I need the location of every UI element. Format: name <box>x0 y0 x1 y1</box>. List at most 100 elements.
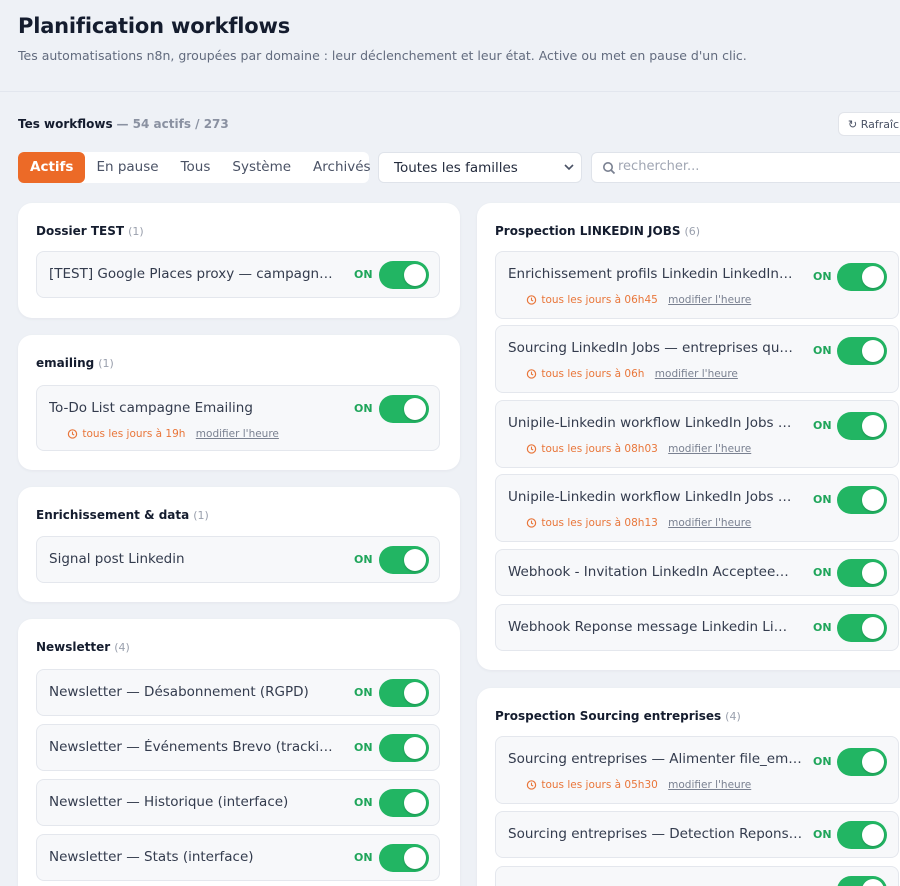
active-toggle[interactable] <box>837 263 887 291</box>
workflow-name: Newsletter — Historique (interface) <box>49 794 289 810</box>
active-toggle[interactable] <box>379 679 429 707</box>
workflow-name: Webhook - Invitation LinkedIn Acceptee L… <box>508 564 793 580</box>
schedule-time: tous les jours à 06h45 <box>541 294 658 306</box>
workflow-row[interactable]: Webhook - Invitation LinkedIn Acceptee L… <box>495 549 899 596</box>
schedule-line: tous les jours à 05h30 modifier l'heure <box>526 779 751 791</box>
active-toggle[interactable] <box>837 412 887 440</box>
active-toggle[interactable] <box>379 734 429 762</box>
workflow-name: Sourcing LinkedIn Jobs — entreprises qui… <box>508 340 793 356</box>
workflow-row[interactable]: [TEST] Google Places proxy — campagne e.… <box>36 251 440 298</box>
workflow-name: Sourcing entreprises — Alimenter file_em… <box>508 751 803 767</box>
workflow-name: Newsletter — Désabonnement (RGPD) <box>49 684 309 700</box>
refresh-button[interactable]: ↻ Rafraîchir <box>838 112 900 136</box>
workflow-row[interactable] <box>495 866 899 886</box>
workflow-name: Newsletter — Événements Brevo (tracking) <box>49 739 339 755</box>
group-card-sourcing-entreprises: Prospection Sourcing entreprises (4) Sour… <box>477 688 900 886</box>
search-input[interactable] <box>618 159 878 174</box>
active-toggle[interactable] <box>379 546 429 574</box>
status-label: ON <box>354 851 373 864</box>
workflow-name: Sourcing entreprises — Detection Reponse… <box>508 826 803 842</box>
schedule-time: tous les jours à 06h <box>541 368 645 380</box>
status-label: ON <box>813 344 832 357</box>
group-title: Enrichissement & data (1) <box>36 508 209 522</box>
active-toggle[interactable] <box>379 395 429 423</box>
active-toggle[interactable] <box>837 748 887 776</box>
status-label: ON <box>354 796 373 809</box>
active-toggle[interactable] <box>837 876 887 886</box>
workflow-row[interactable]: Sourcing entreprises — Detection Reponse… <box>495 811 899 858</box>
workflow-row[interactable]: Newsletter — Historique (interface) ON <box>36 779 440 826</box>
workflow-row[interactable]: Sourcing LinkedIn Jobs — entreprises qui… <box>495 325 899 393</box>
workflow-name: Unipile-Linkedin workflow LinkedIn Jobs … <box>508 415 793 431</box>
active-toggle[interactable] <box>379 261 429 289</box>
schedule-line: tous les jours à 06h45 modifier l'heure <box>526 294 751 306</box>
group-card-dossier-test: Dossier TEST (1) [TEST] Google Places pro… <box>18 203 460 318</box>
status-label: ON <box>813 270 832 283</box>
group-title: emailing (1) <box>36 356 114 370</box>
active-toggle[interactable] <box>837 559 887 587</box>
status-label: ON <box>813 755 832 768</box>
workflow-row[interactable]: Unipile-Linkedin workflow LinkedIn Jobs … <box>495 474 899 542</box>
workflow-name: Enrichissement profils Linkedin LinkedIn… <box>508 266 793 282</box>
edit-time-link[interactable]: modifier l'heure <box>668 517 751 529</box>
group-card-enrichissement: Enrichissement & data (1) Signal post Lin… <box>18 487 460 602</box>
schedule-line: tous les jours à 06h modifier l'heure <box>526 368 738 380</box>
edit-time-link[interactable]: modifier l'heure <box>196 428 279 440</box>
page-subtitle: Tes automatisations n8n, groupées par do… <box>18 48 747 63</box>
schedule-line: tous les jours à 08h03 modifier l'heure <box>526 443 751 455</box>
clock-icon <box>526 369 537 379</box>
workflow-name: To-Do List campagne Emailing <box>49 400 253 416</box>
active-toggle[interactable] <box>379 789 429 817</box>
schedule-time: tous les jours à 08h03 <box>541 443 658 455</box>
group-title: Newsletter (4) <box>36 640 130 654</box>
workflow-row[interactable]: Unipile-Linkedin workflow LinkedIn Jobs … <box>495 400 899 468</box>
edit-time-link[interactable]: modifier l'heure <box>655 368 738 380</box>
active-toggle[interactable] <box>379 844 429 872</box>
workflow-row[interactable]: Webhook Reponse message Linkedin Link...… <box>495 604 899 651</box>
workflow-row[interactable]: Enrichissement profils Linkedin LinkedIn… <box>495 251 899 319</box>
workflow-row[interactable]: To-Do List campagne Emailing ON tous les… <box>36 385 440 451</box>
workflow-row[interactable]: Sourcing entreprises — Alimenter file_em… <box>495 736 899 804</box>
workflows-count: — 54 actifs / 273 <box>116 117 229 131</box>
tab-tous[interactable]: Tous <box>170 152 222 183</box>
status-label: ON <box>354 268 373 281</box>
schedule-time: tous les jours à 05h30 <box>541 779 658 791</box>
workflow-row[interactable]: Newsletter — Événements Brevo (tracking)… <box>36 724 440 771</box>
status-label: ON <box>354 686 373 699</box>
group-card-linkedin-jobs: Prospection LINKEDIN JOBS (6) Enrichissem… <box>477 203 900 670</box>
active-toggle[interactable] <box>837 821 887 849</box>
clock-icon <box>526 780 537 790</box>
workflows-heading: Tes workflows — 54 actifs / 273 <box>18 117 229 131</box>
status-label: ON <box>813 493 832 506</box>
workflow-row[interactable]: Signal post Linkedin ON <box>36 536 440 583</box>
workflow-name: [TEST] Google Places proxy — campagne e.… <box>49 266 339 282</box>
active-toggle[interactable] <box>837 486 887 514</box>
status-label: ON <box>813 566 832 579</box>
status-label: ON <box>354 402 373 415</box>
workflow-row[interactable]: Newsletter — Stats (interface) ON <box>36 834 440 881</box>
edit-time-link[interactable]: modifier l'heure <box>668 779 751 791</box>
schedule-line: tous les jours à 19h modifier l'heure <box>67 428 279 440</box>
workflows-title: Tes workflows <box>18 117 113 131</box>
active-toggle[interactable] <box>837 614 887 642</box>
edit-time-link[interactable]: modifier l'heure <box>668 443 751 455</box>
tab-actifs[interactable]: Actifs <box>18 152 86 183</box>
workflow-row[interactable]: Newsletter — Désabonnement (RGPD) ON <box>36 669 440 716</box>
status-label: ON <box>354 553 373 566</box>
clock-icon <box>67 429 78 439</box>
schedule-time: tous les jours à 19h <box>82 428 186 440</box>
group-card-emailing: emailing (1) To-Do List campagne Emailing… <box>18 335 460 470</box>
chevron-down-icon <box>564 164 574 171</box>
family-select-value: Toutes les familles <box>394 160 518 176</box>
tab-archives[interactable]: Archivés <box>302 152 382 183</box>
tab-systeme[interactable]: Système <box>221 152 302 183</box>
active-toggle[interactable] <box>837 337 887 365</box>
tab-en-pause[interactable]: En pause <box>85 152 169 183</box>
status-label: ON <box>813 419 832 432</box>
workflow-name: Unipile-Linkedin workflow LinkedIn Jobs … <box>508 489 793 505</box>
edit-time-link[interactable]: modifier l'heure <box>668 294 751 306</box>
schedule-line: tous les jours à 08h13 modifier l'heure <box>526 517 751 529</box>
group-card-newsletter: Newsletter (4) Newsletter — Désabonnement… <box>18 619 460 886</box>
family-select[interactable]: Toutes les familles <box>378 152 582 183</box>
status-label: ON <box>354 741 373 754</box>
